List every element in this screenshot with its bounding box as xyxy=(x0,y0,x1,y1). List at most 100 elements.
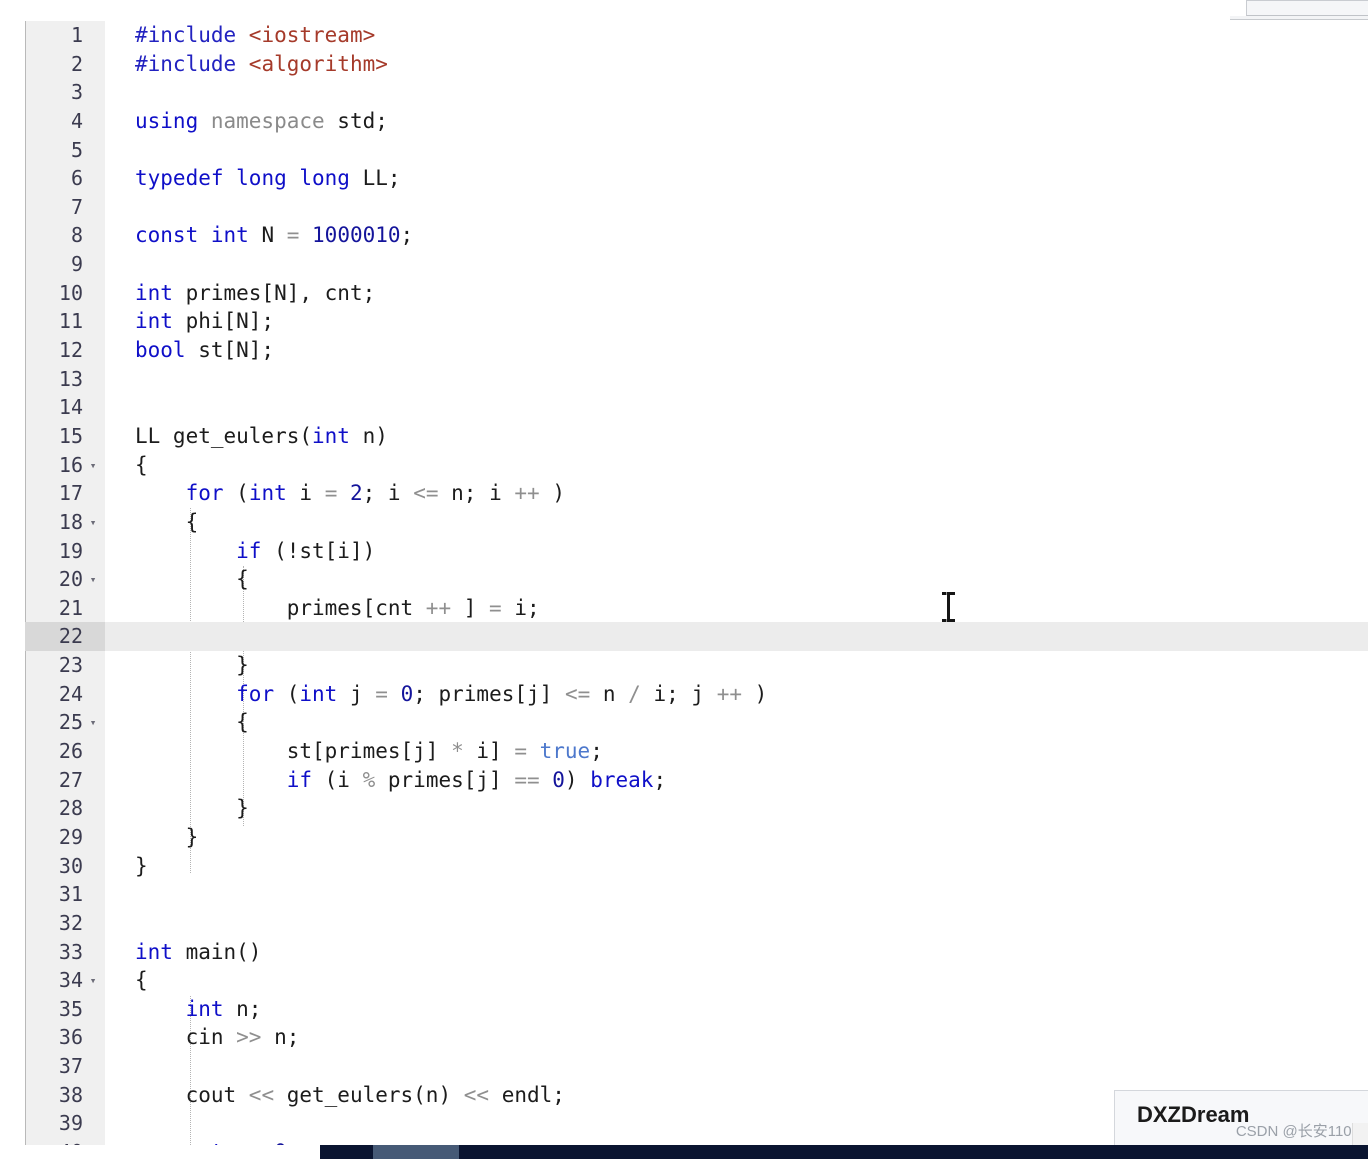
code-token: st[N]; xyxy=(198,338,275,363)
code-line[interactable]: 5 xyxy=(25,136,1368,165)
code-line-text[interactable] xyxy=(105,880,1368,909)
code-line[interactable]: 17 for (int i = 2; i <= n; i ++ ) xyxy=(25,479,1368,508)
code-line[interactable]: 36 cin >> n; xyxy=(25,1023,1368,1052)
code-line-text[interactable]: int main() xyxy=(105,938,1368,967)
fold-chevron-down-icon[interactable]: ▾ xyxy=(87,565,99,594)
code-line[interactable]: 21 primes[cnt ++ ] = i; xyxy=(25,594,1368,623)
dxzdream-panel-title: DXZDream xyxy=(1137,1102,1250,1127)
code-line-text[interactable]: { xyxy=(105,708,1368,737)
code-line[interactable]: 27 if (i % primes[j] == 0) break; xyxy=(25,766,1368,795)
fold-chevron-down-icon[interactable]: ▾ xyxy=(87,708,99,737)
os-taskbar[interactable] xyxy=(320,1145,1368,1159)
editor-tab-partial[interactable] xyxy=(1246,0,1368,16)
code-token: int xyxy=(135,280,186,305)
code-line-text[interactable] xyxy=(105,136,1368,165)
code-token: (i xyxy=(324,767,363,792)
code-line-text[interactable] xyxy=(105,622,1368,652)
code-line[interactable]: 35 int n; xyxy=(25,995,1368,1024)
code-line[interactable]: 7 xyxy=(25,193,1368,222)
code-line[interactable]: 29 } xyxy=(25,823,1368,852)
code-line[interactable]: 2 #include <algorithm> xyxy=(25,50,1368,79)
fold-chevron-down-icon[interactable]: ▾ xyxy=(87,966,99,995)
code-line[interactable]: 28 } xyxy=(25,794,1368,823)
code-line[interactable]: 12 bool st[N]; xyxy=(25,336,1368,365)
code-line[interactable]: 13 xyxy=(25,365,1368,394)
code-line[interactable]: 11 int phi[N]; xyxy=(25,307,1368,336)
code-line[interactable]: 14 xyxy=(25,393,1368,422)
code-line-text[interactable]: using namespace std; xyxy=(105,107,1368,136)
code-line-text[interactable]: { xyxy=(105,966,1368,995)
horizontal-scrollbar-corner[interactable] xyxy=(1352,1123,1368,1145)
code-line[interactable]: 3 xyxy=(25,78,1368,107)
code-line[interactable]: 31 xyxy=(25,880,1368,909)
code-line[interactable]: 30} xyxy=(25,852,1368,881)
code-line-text[interactable]: if (i % primes[j] == 0) break; xyxy=(105,766,1368,795)
code-line-text[interactable] xyxy=(105,393,1368,422)
code-line-text[interactable] xyxy=(105,909,1368,938)
code-line-text[interactable]: int phi[N]; xyxy=(105,307,1368,336)
code-line-text[interactable] xyxy=(105,78,1368,107)
code-token: cin xyxy=(135,1025,237,1050)
line-number: 7 xyxy=(70,194,83,219)
code-line-text[interactable]: } xyxy=(105,823,1368,852)
code-line-text[interactable]: } xyxy=(105,852,1368,881)
code-line[interactable]: 9 xyxy=(25,250,1368,279)
code-line[interactable]: 1 #include <iostream> xyxy=(25,21,1368,50)
code-line-text[interactable] xyxy=(105,193,1368,222)
code-line[interactable]: 15 LL get_eulers(int n) xyxy=(25,422,1368,451)
code-line-text[interactable]: st[primes[j] * i] = true; xyxy=(105,737,1368,766)
code-line[interactable]: 24 for (int j = 0; primes[j] <= n / i; j… xyxy=(25,680,1368,709)
code-line-text[interactable] xyxy=(105,250,1368,279)
code-line[interactable]: 33 int main() xyxy=(25,938,1368,967)
taskbar-active-window-button[interactable] xyxy=(373,1145,459,1159)
code-line[interactable]: 6 typedef long long LL; xyxy=(25,164,1368,193)
code-line-text[interactable]: #include <algorithm> xyxy=(105,50,1368,79)
code-line-text[interactable]: const int N = 1000010; xyxy=(105,221,1368,250)
code-line-text[interactable]: for (int i = 2; i <= n; i ++ ) xyxy=(105,479,1368,508)
code-line[interactable]: 19 if (!st[i]) xyxy=(25,537,1368,566)
code-lines-container[interactable]: 1 #include <iostream> 2 #include <algorithm… xyxy=(25,21,1368,1159)
code-token: LL; xyxy=(362,166,401,191)
code-line[interactable]: 8 const int N = 1000010; xyxy=(25,221,1368,250)
code-editor[interactable]: 1 #include <iostream> 2 #include <algorithm… xyxy=(25,21,1368,1159)
code-line-text[interactable] xyxy=(105,365,1368,394)
code-line-text[interactable]: } xyxy=(105,651,1368,680)
code-line-text[interactable]: int n; xyxy=(105,995,1368,1024)
code-line[interactable]: 4 using namespace std; xyxy=(25,107,1368,136)
code-line-text[interactable]: #include <iostream> xyxy=(105,21,1368,50)
code-line-text[interactable]: } xyxy=(105,794,1368,823)
code-line[interactable]: 20 ▾ { xyxy=(25,565,1368,594)
code-line[interactable]: 10 int primes[N], cnt; xyxy=(25,279,1368,308)
code-line-text[interactable]: int primes[N], cnt; xyxy=(105,279,1368,308)
code-line-text[interactable]: if (!st[i]) xyxy=(105,537,1368,566)
code-token: <= xyxy=(564,681,603,706)
code-line-text[interactable]: bool st[N]; xyxy=(105,336,1368,365)
fold-chevron-down-icon[interactable]: ▾ xyxy=(87,451,99,480)
code-line[interactable]: 23 } xyxy=(25,651,1368,680)
code-token: int xyxy=(248,481,300,506)
code-line[interactable]: 34 ▾ { xyxy=(25,966,1368,995)
code-line[interactable]: 18 ▾ { xyxy=(25,508,1368,537)
code-line[interactable]: 22 xyxy=(25,622,1368,652)
code-line-text[interactable]: for (int j = 0; primes[j] <= n / i; j ++… xyxy=(105,680,1368,709)
code-line[interactable]: 25 ▾ { xyxy=(25,708,1368,737)
code-line-text[interactable]: { xyxy=(105,565,1368,594)
code-line-text[interactable]: typedef long long LL; xyxy=(105,164,1368,193)
code-token: break xyxy=(590,767,654,792)
code-line[interactable]: 16 ▾ { xyxy=(25,451,1368,480)
code-line[interactable]: 32 xyxy=(25,909,1368,938)
code-line-text[interactable]: cin >> n; xyxy=(105,1023,1368,1052)
code-line-text[interactable]: LL get_eulers(int n) xyxy=(105,422,1368,451)
code-line-text[interactable] xyxy=(105,1052,1368,1081)
fold-chevron-down-icon[interactable]: ▾ xyxy=(87,508,99,537)
code-line-text[interactable]: { xyxy=(105,451,1368,480)
code-line-text[interactable]: primes[cnt ++ ] = i; xyxy=(105,594,1368,623)
code-token: ) xyxy=(754,681,768,706)
code-line[interactable]: 37 xyxy=(25,1052,1368,1081)
code-token: int xyxy=(299,681,350,706)
line-number: 6 xyxy=(70,166,83,191)
code-line-text[interactable]: { xyxy=(105,508,1368,537)
code-line[interactable]: 26 st[primes[j] * i] = true; xyxy=(25,737,1368,766)
line-number: 3 xyxy=(70,80,83,105)
